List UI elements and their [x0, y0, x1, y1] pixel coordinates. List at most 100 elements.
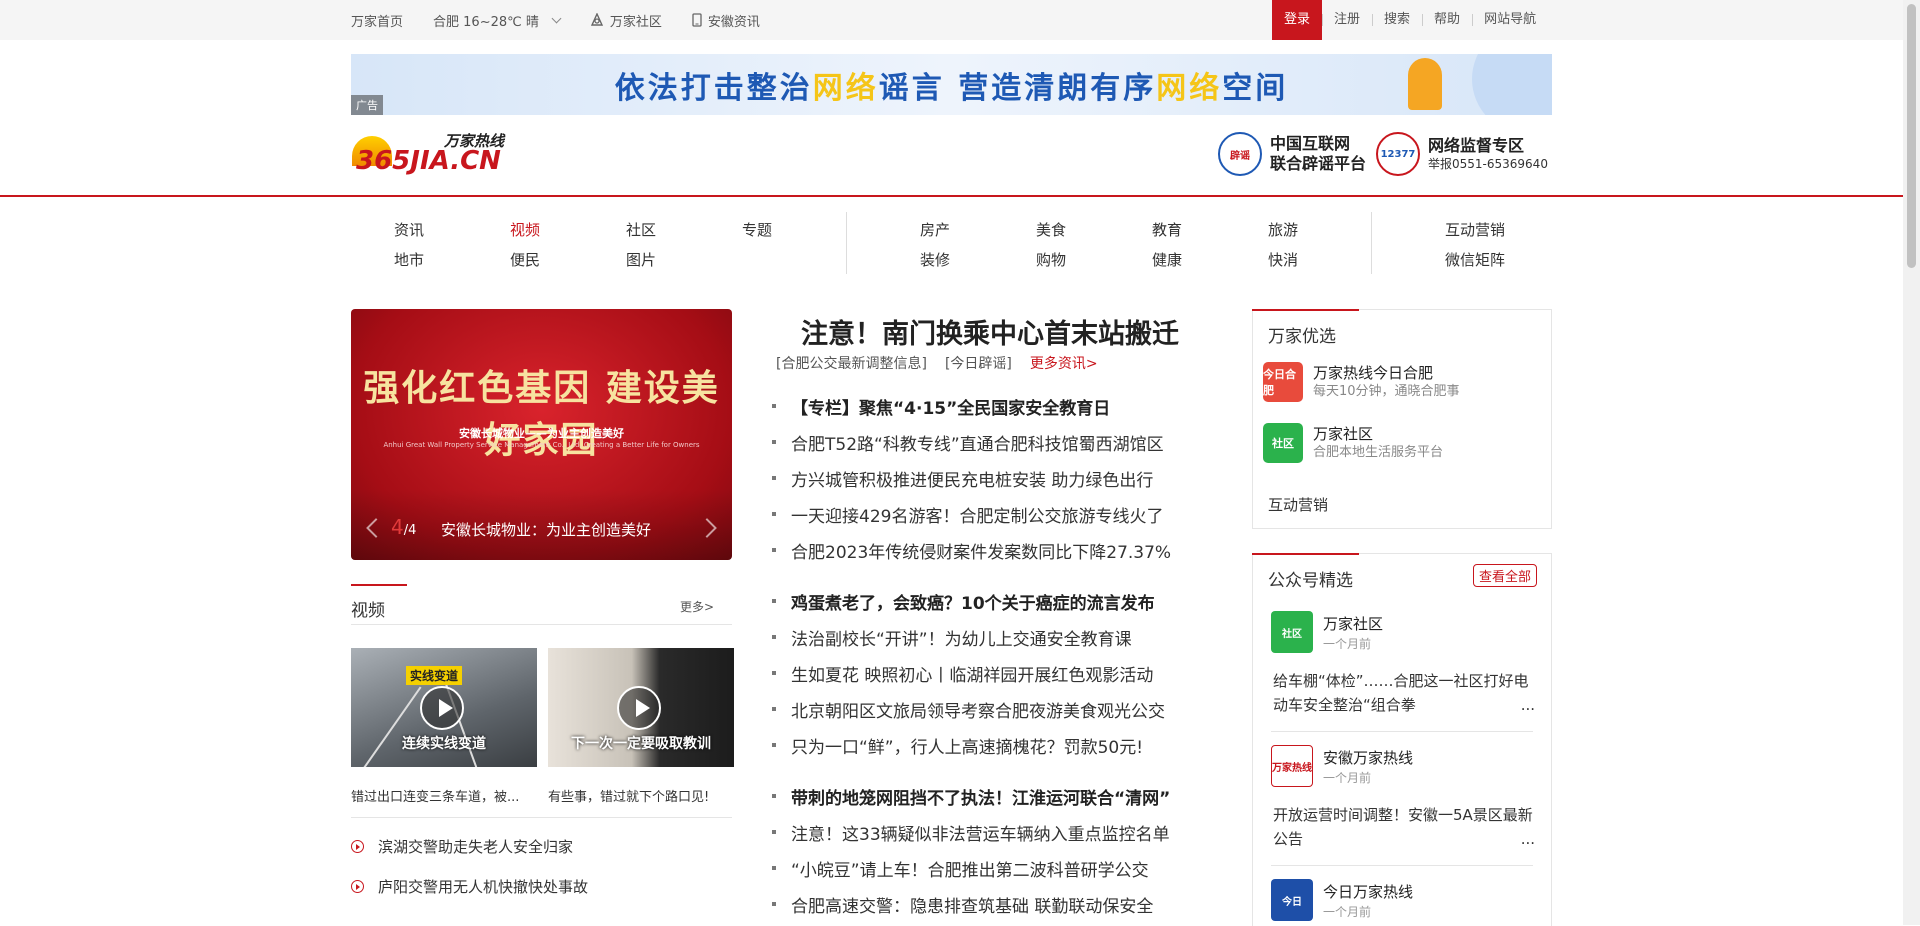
nav-item-community[interactable]: 社区: [611, 219, 671, 240]
weather-text: 合肥 16~28℃ 晴: [433, 14, 539, 30]
help-link[interactable]: 帮助: [1422, 0, 1472, 40]
gzh-box: 公众号精选 查看全部 社区 万家社区 一个月前 给车棚“体检”……合肥这一社区打…: [1252, 553, 1552, 926]
home-link[interactable]: 万家首页: [351, 11, 403, 30]
headline[interactable]: 注意！南门换乘中心首末站搬迁: [760, 312, 1220, 351]
header-divider: [0, 195, 1903, 197]
hefei-today-icon: 今日合肥: [1263, 362, 1303, 402]
carousel-image-subtitle: 安徽长城物业——为业主创造美好: [459, 427, 624, 440]
nav-item-decoration[interactable]: 装修: [905, 249, 965, 270]
news-item[interactable]: 合肥高速交警：隐患排查筑基础 联勤联动保安全: [772, 892, 1153, 917]
video-list-item[interactable]: 庐阳交警用无人机快撤快处事故: [351, 876, 588, 897]
nav-item-marketing[interactable]: 互动营销: [1435, 219, 1515, 240]
news-item[interactable]: 法治副校长“开讲”！为幼儿上交通安全教育课: [772, 625, 1132, 650]
video-more-link[interactable]: 更多>: [680, 598, 714, 615]
community-account-icon: 社区: [1271, 611, 1313, 653]
banner-illustration: [1408, 58, 1442, 110]
youxuan-item[interactable]: 今日合肥 万家热线今日合肥 每天10分钟，通晓合肥事: [1263, 362, 1460, 402]
hero-carousel[interactable]: 强化红色基因 建设美好家园 安徽长城物业——为业主创造美好 Anhui Grea…: [351, 309, 732, 560]
register-link[interactable]: 注册: [1322, 0, 1372, 40]
nav-item-shopping[interactable]: 购物: [1021, 249, 1081, 270]
section-accent-bar: [1252, 553, 1359, 555]
news-item[interactable]: 合肥2023年传统侵财案件发案数同比下降27.37%: [772, 538, 1171, 563]
nav-item-health[interactable]: 健康: [1137, 249, 1197, 270]
scroll-thumb[interactable]: [1907, 4, 1916, 268]
video-caption[interactable]: 有些事，错过就下个路口见!: [548, 786, 734, 805]
nav-item-photos[interactable]: 图片: [611, 249, 671, 270]
logo-domain: 365JIA.CN: [356, 146, 501, 176]
news-item[interactable]: “小皖豆”请上车！合肥推出第二波科普研学公交: [772, 856, 1149, 881]
video-section-header: 视频 更多>: [351, 584, 732, 625]
video-thumbnail[interactable]: 实线变道 连续实线变道: [351, 648, 537, 767]
nav-item-travel[interactable]: 旅游: [1253, 219, 1313, 240]
video-overlay-text: 下一次一定要吸取教训: [571, 736, 711, 752]
play-icon[interactable]: [420, 686, 464, 730]
news-item[interactable]: 【专栏】聚焦“4·15”全民国家安全教育日: [772, 394, 1110, 419]
login-button[interactable]: 登录: [1272, 0, 1323, 40]
divider: [1271, 865, 1533, 866]
youxuan-item[interactable]: 社区 万家社区 合肥本地生活服务平台: [1263, 423, 1443, 463]
nav-item-wechat[interactable]: 微信矩阵: [1435, 249, 1515, 270]
section-accent-bar: [1252, 309, 1359, 311]
carousel-caption[interactable]: 安徽长城物业：为业主创造美好: [441, 519, 651, 540]
nav-item-news[interactable]: 资讯: [379, 219, 439, 240]
video-caption[interactable]: 错过出口连变三条车道，被...: [351, 786, 537, 805]
news-item[interactable]: 北京朝阳区文旅局领导考察合肥夜游美食观光公交: [772, 697, 1165, 722]
supervision-zone-link[interactable]: 12377 网络监督专区 举报0551-65369640: [1376, 132, 1548, 176]
news-item[interactable]: 合肥T52路“科教专线”直通合肥科技馆蜀西湖馆区: [772, 430, 1164, 455]
news-item[interactable]: 一天迎接429名游客！合肥定制公交旅游专线火了: [772, 502, 1163, 527]
supervision-title: 网络监督专区: [1428, 136, 1525, 155]
tag-link[interactable]: [合肥公交最新调整信息]: [776, 353, 927, 373]
headline-tags: [合肥公交最新调整信息] [今日辟谣] 更多资讯>: [776, 353, 1098, 373]
rumor-platform-icon: 辟谣: [1218, 132, 1262, 176]
more-news-link[interactable]: 更多资讯>: [1030, 353, 1098, 373]
site-logo[interactable]: 万家热线 365JIA.CN: [352, 128, 512, 178]
divider: [1271, 731, 1533, 732]
news-item[interactable]: 鸡蛋煮老了，会致癌？10个关于癌症的流言发布: [772, 589, 1155, 614]
community-label: 万家社区: [609, 14, 662, 30]
news-item[interactable]: 注意！这33辆疑似非法营运车辆纳入重点监控名单: [772, 820, 1170, 845]
rumor-platform-link[interactable]: 辟谣 中国互联网 联合辟谣平台: [1218, 132, 1366, 176]
video-tag: 实线变道: [406, 666, 463, 685]
rumor-platform-line1: 中国互联网: [1270, 134, 1351, 153]
nav-item-realestate[interactable]: 房产: [905, 219, 965, 240]
play-icon[interactable]: [617, 686, 661, 730]
rumor-platform-line2: 联合辟谣平台: [1270, 154, 1367, 173]
interactive-marketing-link[interactable]: 互动营销: [1268, 494, 1328, 515]
today-wanjia-account-icon: 今日: [1271, 879, 1313, 921]
view-all-button[interactable]: 查看全部: [1472, 564, 1537, 587]
ad-banner[interactable]: 依法打击整治网络谣言 营造清朗有序网络空间 广告: [351, 54, 1552, 115]
gzh-title: 公众号精选: [1268, 571, 1353, 591]
community-app-icon: 社区: [1263, 423, 1303, 463]
anhui-wanjia-account-icon: 万家热线: [1271, 745, 1313, 787]
section-accent-bar: [351, 584, 407, 586]
video-thumbnail[interactable]: 下一次一定要吸取教训: [548, 648, 734, 767]
nav-item-services[interactable]: 便民: [495, 249, 555, 270]
news-item[interactable]: 生如夏花 映照初心丨临湖祥园开展红色观影活动: [772, 661, 1153, 686]
news-item[interactable]: 带刺的地笼网阻挡不了执法！江淮运河联合“清网”: [772, 784, 1170, 809]
nav-item-cities[interactable]: 地市: [379, 249, 439, 270]
news-item[interactable]: 只为一口“鲜”，行人上高速摘槐花？罚款50元!: [772, 733, 1143, 758]
supervision-phone: 举报0551-65369640: [1428, 157, 1548, 171]
banner-text: 依法打击整治网络谣言 营造清朗有序网络空间: [614, 70, 1289, 106]
chevron-down-icon: [551, 13, 562, 23]
tag-link[interactable]: [今日辟谣]: [945, 353, 1012, 373]
site-nav-link[interactable]: 网站导航: [1472, 0, 1548, 40]
nav-item-topics[interactable]: 专题: [727, 219, 787, 240]
banner-decoration: [1472, 54, 1552, 115]
nav-item-video[interactable]: 视频: [495, 219, 555, 240]
anhui-news-link[interactable]: 安徽资讯: [692, 11, 760, 30]
nav-item-food[interactable]: 美食: [1021, 219, 1081, 240]
community-link[interactable]: 万家社区: [590, 11, 662, 30]
nav-separator: [1371, 212, 1372, 274]
news-item[interactable]: 方兴城管积极推进便民充电桩安装 助力绿色出行: [772, 466, 1153, 491]
video-overlay-text: 连续实线变道: [402, 736, 486, 752]
nav-item-education[interactable]: 教育: [1137, 219, 1197, 240]
youxuan-title: 万家优选: [1268, 327, 1336, 347]
youxuan-box: 万家优选 今日合肥 万家热线今日合肥 每天10分钟，通晓合肥事 社区 万家社区 …: [1252, 309, 1552, 529]
page-scrollbar[interactable]: [1903, 0, 1920, 925]
search-link[interactable]: 搜索: [1372, 0, 1422, 40]
top-bar: 万家首页 合肥 16~28℃ 晴 万家社区 安徽资讯 登录 注册 搜索 帮助 网…: [0, 0, 1903, 40]
video-list-item[interactable]: 滨湖交警助走失老人安全归家: [351, 836, 573, 857]
weather-widget[interactable]: 合肥 16~28℃ 晴: [433, 11, 562, 30]
nav-item-fmcg[interactable]: 快消: [1253, 249, 1313, 270]
